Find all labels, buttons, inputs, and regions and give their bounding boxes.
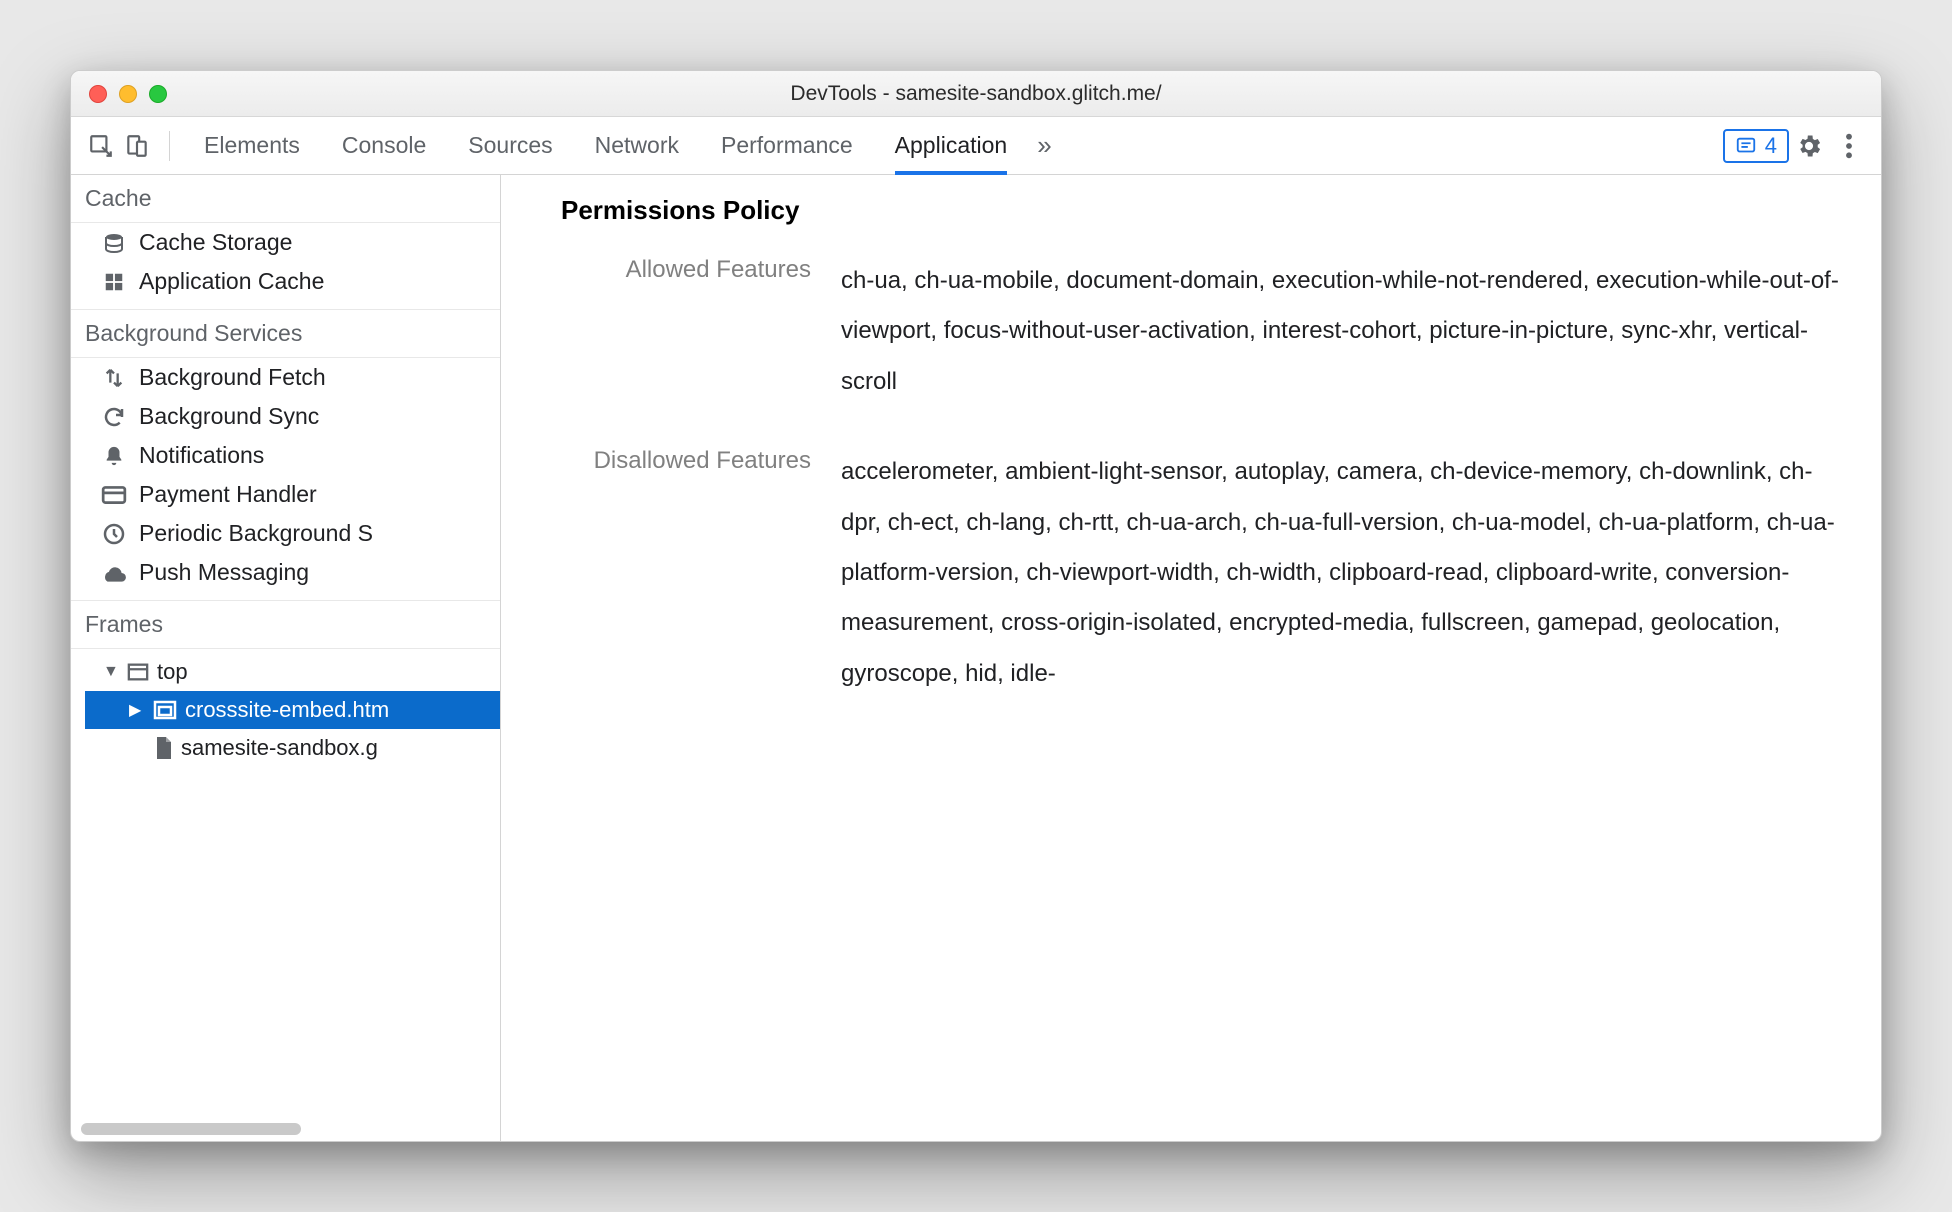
- panel-tabs: Elements Console Sources Network Perform…: [204, 117, 1007, 175]
- tab-application[interactable]: Application: [895, 117, 1008, 175]
- tab-console[interactable]: Console: [342, 117, 426, 175]
- issues-icon: [1735, 135, 1757, 157]
- sync-icon: [101, 404, 127, 430]
- sidebar-item-label: Push Messaging: [139, 559, 309, 586]
- sidebar-item-periodic-background-sync[interactable]: Periodic Background S: [71, 514, 500, 553]
- section-header-frames: Frames: [71, 600, 500, 649]
- chevron-right-icon: ▶: [129, 700, 145, 720]
- embed-icon: [153, 700, 177, 720]
- device-toggle-icon[interactable]: [119, 128, 155, 164]
- sidebar-item-label: Background Fetch: [139, 364, 326, 391]
- cloud-icon: [101, 560, 127, 586]
- sidebar-item-cache-storage[interactable]: Cache Storage: [71, 223, 500, 262]
- tab-performance[interactable]: Performance: [721, 117, 853, 175]
- frame-details-pane[interactable]: Permissions Policy Allowed Features ch-u…: [501, 175, 1881, 1141]
- section-header-cache: Cache: [71, 175, 500, 223]
- window-icon: [127, 662, 149, 682]
- more-tabs-button[interactable]: »: [1037, 130, 1051, 161]
- sidebar-item-label: Cache Storage: [139, 229, 292, 256]
- chevron-down-icon: ▼: [103, 663, 119, 681]
- sidebar-item-label: Payment Handler: [139, 481, 317, 508]
- devtools-window: DevTools - samesite-sandbox.glitch.me/ E…: [70, 70, 1882, 1142]
- settings-button[interactable]: [1789, 132, 1829, 160]
- permissions-policy-heading: Permissions Policy: [561, 195, 1851, 226]
- sidebar-item-background-sync[interactable]: Background Sync: [71, 397, 500, 436]
- sidebar-item-application-cache[interactable]: Application Cache: [71, 262, 500, 301]
- frame-tree-item-label: samesite-sandbox.g: [181, 735, 378, 761]
- kebab-icon: [1845, 132, 1853, 160]
- disallowed-features-label: Disallowed Features: [561, 447, 811, 699]
- grid-icon: [101, 269, 127, 295]
- section-header-background-services: Background Services: [71, 309, 500, 358]
- frame-tree-item-label: crosssite-embed.htm: [185, 697, 389, 723]
- more-options-button[interactable]: [1829, 132, 1869, 160]
- tab-sources[interactable]: Sources: [468, 117, 552, 175]
- sidebar-item-label: Periodic Background S: [139, 520, 373, 547]
- sidebar-horizontal-scrollbar[interactable]: [81, 1123, 470, 1135]
- toolbar-divider: [169, 131, 170, 161]
- application-sidebar[interactable]: Cache Cache Storage Application Cache Ba…: [71, 175, 501, 1141]
- stack-icon: [101, 230, 127, 256]
- devtools-toolbar: Elements Console Sources Network Perform…: [71, 117, 1881, 175]
- sidebar-item-label: Background Sync: [139, 403, 319, 430]
- inspect-element-icon[interactable]: [83, 128, 119, 164]
- window-titlebar: DevTools - samesite-sandbox.glitch.me/: [71, 71, 1881, 117]
- clock-icon: [101, 521, 127, 547]
- issues-count: 4: [1765, 133, 1777, 159]
- frames-tree: ▼ top ▶ crosssite-embed.htm samesite-san…: [71, 649, 500, 771]
- sidebar-item-notifications[interactable]: Notifications: [71, 436, 500, 475]
- transfer-icon: [101, 365, 127, 391]
- window-title: DevTools - samesite-sandbox.glitch.me/: [71, 82, 1881, 106]
- frame-tree-item-top[interactable]: ▼ top: [85, 653, 500, 691]
- tab-elements[interactable]: Elements: [204, 117, 300, 175]
- bell-icon: [101, 443, 127, 469]
- sidebar-item-payment-handler[interactable]: Payment Handler: [71, 475, 500, 514]
- tab-network[interactable]: Network: [595, 117, 679, 175]
- frame-tree-item-label: top: [157, 659, 188, 685]
- disallowed-features-value: accelerometer, ambient-light-sensor, aut…: [841, 447, 1851, 699]
- sidebar-item-background-fetch[interactable]: Background Fetch: [71, 358, 500, 397]
- sidebar-item-label: Notifications: [139, 442, 264, 469]
- frame-tree-item-samesite-sandbox[interactable]: samesite-sandbox.g: [85, 729, 500, 767]
- issues-badge[interactable]: 4: [1723, 129, 1789, 163]
- sidebar-item-label: Application Cache: [139, 268, 324, 295]
- sidebar-item-push-messaging[interactable]: Push Messaging: [71, 553, 500, 592]
- card-icon: [101, 482, 127, 508]
- allowed-features-value: ch-ua, ch-ua-mobile, document-domain, ex…: [841, 256, 1851, 407]
- frame-tree-item-crosssite-embed[interactable]: ▶ crosssite-embed.htm: [85, 691, 500, 729]
- disallowed-features-row: Disallowed Features accelerometer, ambie…: [561, 447, 1851, 699]
- allowed-features-row: Allowed Features ch-ua, ch-ua-mobile, do…: [561, 256, 1851, 407]
- gear-icon: [1795, 132, 1823, 160]
- file-icon: [155, 737, 173, 759]
- allowed-features-label: Allowed Features: [561, 256, 811, 407]
